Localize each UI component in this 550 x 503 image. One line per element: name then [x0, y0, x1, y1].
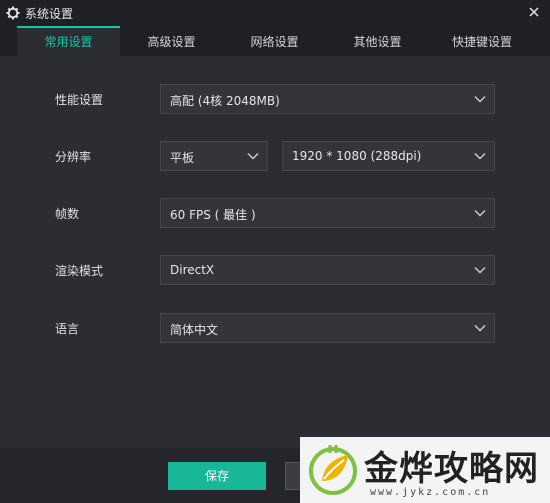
language-select[interactable]: 简体中文	[160, 313, 495, 343]
chevron-down-icon	[474, 325, 486, 332]
close-button[interactable]	[526, 4, 542, 20]
watermark: 金烨攻略网 www.jykz.com.cn	[300, 437, 550, 503]
device-type-select[interactable]: 平板	[160, 141, 268, 171]
render-mode-label: 渲染模式	[55, 264, 104, 278]
tab-advanced-settings[interactable]: 高级设置	[120, 26, 223, 56]
language-label: 语言	[55, 322, 80, 336]
settings-panel: 性能设置 高配 (4核 2048MB) 分辨率 平板 1920 * 1080 (…	[0, 56, 550, 448]
language-value: 简体中文	[170, 323, 219, 337]
fps-select[interactable]: 60 FPS ( 最佳 )	[160, 198, 495, 228]
resolution-label: 分辨率	[55, 150, 92, 164]
tab-other-settings[interactable]: 其他设置	[326, 26, 429, 56]
tab-network-settings[interactable]: 网络设置	[223, 26, 326, 56]
resolution-select[interactable]: 1920 * 1080 (288dpi)	[282, 141, 495, 171]
watermark-url: www.jykz.com.cn	[370, 487, 491, 498]
chevron-down-icon	[474, 267, 486, 274]
leaf-plug-logo	[309, 445, 357, 495]
performance-value: 高配 (4核 2048MB)	[170, 94, 280, 108]
fps-label: 帧数	[55, 207, 80, 221]
gear-icon	[6, 6, 20, 20]
performance-select[interactable]: 高配 (4核 2048MB)	[160, 84, 495, 114]
resolution-value: 1920 * 1080 (288dpi)	[292, 149, 422, 163]
close-icon	[529, 7, 539, 17]
title-bar: 系统设置	[0, 0, 550, 26]
chevron-down-icon	[474, 153, 486, 160]
chevron-down-icon	[474, 96, 486, 103]
tab-common-settings[interactable]: 常用设置	[17, 26, 120, 56]
fps-value: 60 FPS ( 最佳 )	[170, 208, 256, 222]
watermark-site-name: 金烨攻略网	[364, 449, 539, 489]
device-type-value: 平板	[170, 151, 195, 165]
window-title: 系统设置	[25, 6, 74, 21]
chevron-down-icon	[247, 153, 259, 160]
render-mode-value: DirectX	[170, 263, 215, 277]
chevron-down-icon	[474, 210, 486, 217]
performance-label: 性能设置	[55, 93, 104, 107]
settings-tabs: 常用设置 高级设置 网络设置 其他设置 快捷键设置	[0, 26, 550, 56]
tab-shortcut-settings[interactable]: 快捷键设置	[429, 26, 535, 56]
save-button[interactable]: 保存	[168, 462, 266, 490]
render-mode-select[interactable]: DirectX	[160, 255, 495, 285]
